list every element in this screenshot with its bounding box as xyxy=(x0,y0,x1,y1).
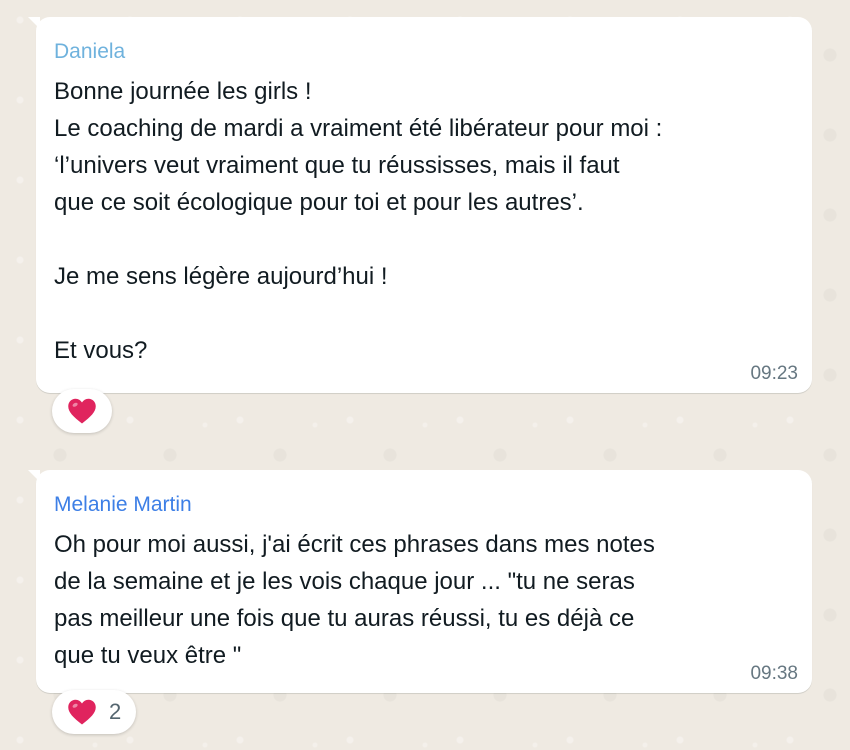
reaction-badge[interactable] xyxy=(52,389,112,433)
bubble-tail xyxy=(28,17,40,29)
message-timestamp: 09:23 xyxy=(750,363,798,384)
sender-name[interactable]: Melanie Martin xyxy=(54,492,794,518)
reaction-badge[interactable]: 2 xyxy=(52,690,137,734)
heart-icon xyxy=(68,398,96,424)
message-text: Oh pour moi aussi, j'ai écrit ces phrase… xyxy=(54,531,655,669)
bubble-tail xyxy=(28,470,40,482)
sender-name[interactable]: Daniela xyxy=(54,39,794,65)
message-timestamp: 09:38 xyxy=(750,663,798,684)
message-bubble[interactable]: Daniela Bonne journée les girls ! Le coa… xyxy=(28,17,812,393)
heart-icon xyxy=(68,699,96,725)
message-text: Bonne journée les girls ! Le coaching de… xyxy=(54,78,663,364)
message-bubble[interactable]: Melanie Martin Oh pour moi aussi, j'ai é… xyxy=(28,470,812,693)
reaction-count: 2 xyxy=(109,699,122,724)
